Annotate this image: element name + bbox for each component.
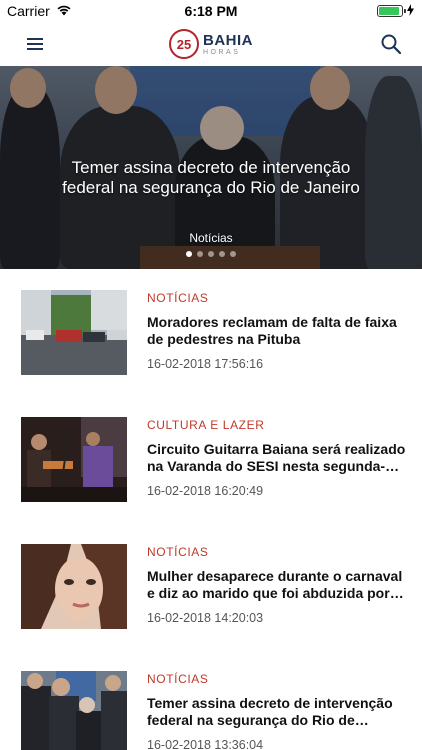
article-thumbnail [21, 671, 127, 750]
article-title[interactable]: Temer assina decreto de intervenção fede… [147, 695, 407, 729]
article-text: NOTÍCIAS Temer assina decreto de interve… [147, 672, 407, 750]
menu-button[interactable] [22, 31, 48, 57]
carrier-label: Carrier [7, 3, 50, 19]
featured-carousel[interactable]: Temer assina decreto de intervenção fede… [0, 66, 422, 269]
article-category: NOTÍCIAS [147, 545, 209, 559]
article-text: CULTURA E LAZER Circuito Guitarra Baiana… [147, 418, 407, 498]
carousel-dot[interactable] [219, 251, 225, 257]
battery-level [379, 7, 399, 15]
search-button[interactable] [378, 31, 404, 57]
navigation-bar: 25 BAHIA HORAS [0, 22, 422, 66]
search-icon [381, 34, 401, 54]
wifi-icon [56, 3, 72, 19]
logo-number: 25 [176, 36, 192, 52]
status-right [377, 3, 414, 19]
logo-subtitle: HORAS [203, 48, 241, 56]
logo-text: BAHIA HORAS [203, 33, 253, 56]
hero-category: Notícias [189, 231, 233, 245]
article-thumbnail [21, 417, 127, 502]
logo-badge: 25 [169, 29, 199, 59]
status-bar: Carrier 6:18 PM [0, 0, 422, 22]
list-item[interactable]: NOTÍCIAS Mulher desaparece durante o car… [0, 523, 422, 650]
carousel-dot[interactable] [186, 251, 192, 257]
article-title[interactable]: Mulher desaparece durante o carnaval e d… [147, 568, 407, 602]
status-left: Carrier [7, 3, 72, 19]
hero-title[interactable]: Temer assina decreto de intervenção fede… [60, 158, 362, 198]
battery-icon [377, 5, 406, 17]
charging-bolt-icon [407, 3, 414, 19]
article-date: 16-02-2018 14:20:03 [147, 611, 264, 625]
list-item[interactable]: CULTURA E LAZER Circuito Guitarra Baiana… [0, 396, 422, 523]
article-category: CULTURA E LAZER [147, 418, 265, 432]
article-date: 16-02-2018 16:20:49 [147, 484, 264, 498]
list-item[interactable]: NOTÍCIAS Temer assina decreto de interve… [0, 650, 422, 750]
article-text: NOTÍCIAS Moradores reclamam de falta de … [147, 291, 407, 371]
carousel-dot[interactable] [230, 251, 236, 257]
article-title[interactable]: Circuito Guitarra Baiana será realizado … [147, 441, 407, 475]
article-text: NOTÍCIAS Mulher desaparece durante o car… [147, 545, 407, 625]
article-title[interactable]: Moradores reclamam de falta de faixa de … [147, 314, 407, 348]
article-thumbnail [21, 290, 127, 375]
hamburger-menu-icon [27, 38, 43, 50]
logo-name: BAHIA [203, 31, 253, 49]
carousel-dot[interactable] [208, 251, 214, 257]
app-logo[interactable]: 25 BAHIA HORAS [168, 29, 254, 59]
article-date: 16-02-2018 17:56:16 [147, 357, 264, 371]
article-category: NOTÍCIAS [147, 672, 209, 686]
article-date: 16-02-2018 13:36:04 [147, 738, 264, 750]
article-category: NOTÍCIAS [147, 291, 209, 305]
article-thumbnail [21, 544, 127, 629]
carousel-dot[interactable] [197, 251, 203, 257]
list-item[interactable]: NOTÍCIAS Moradores reclamam de falta de … [0, 269, 422, 396]
carousel-pagination[interactable] [0, 251, 422, 257]
